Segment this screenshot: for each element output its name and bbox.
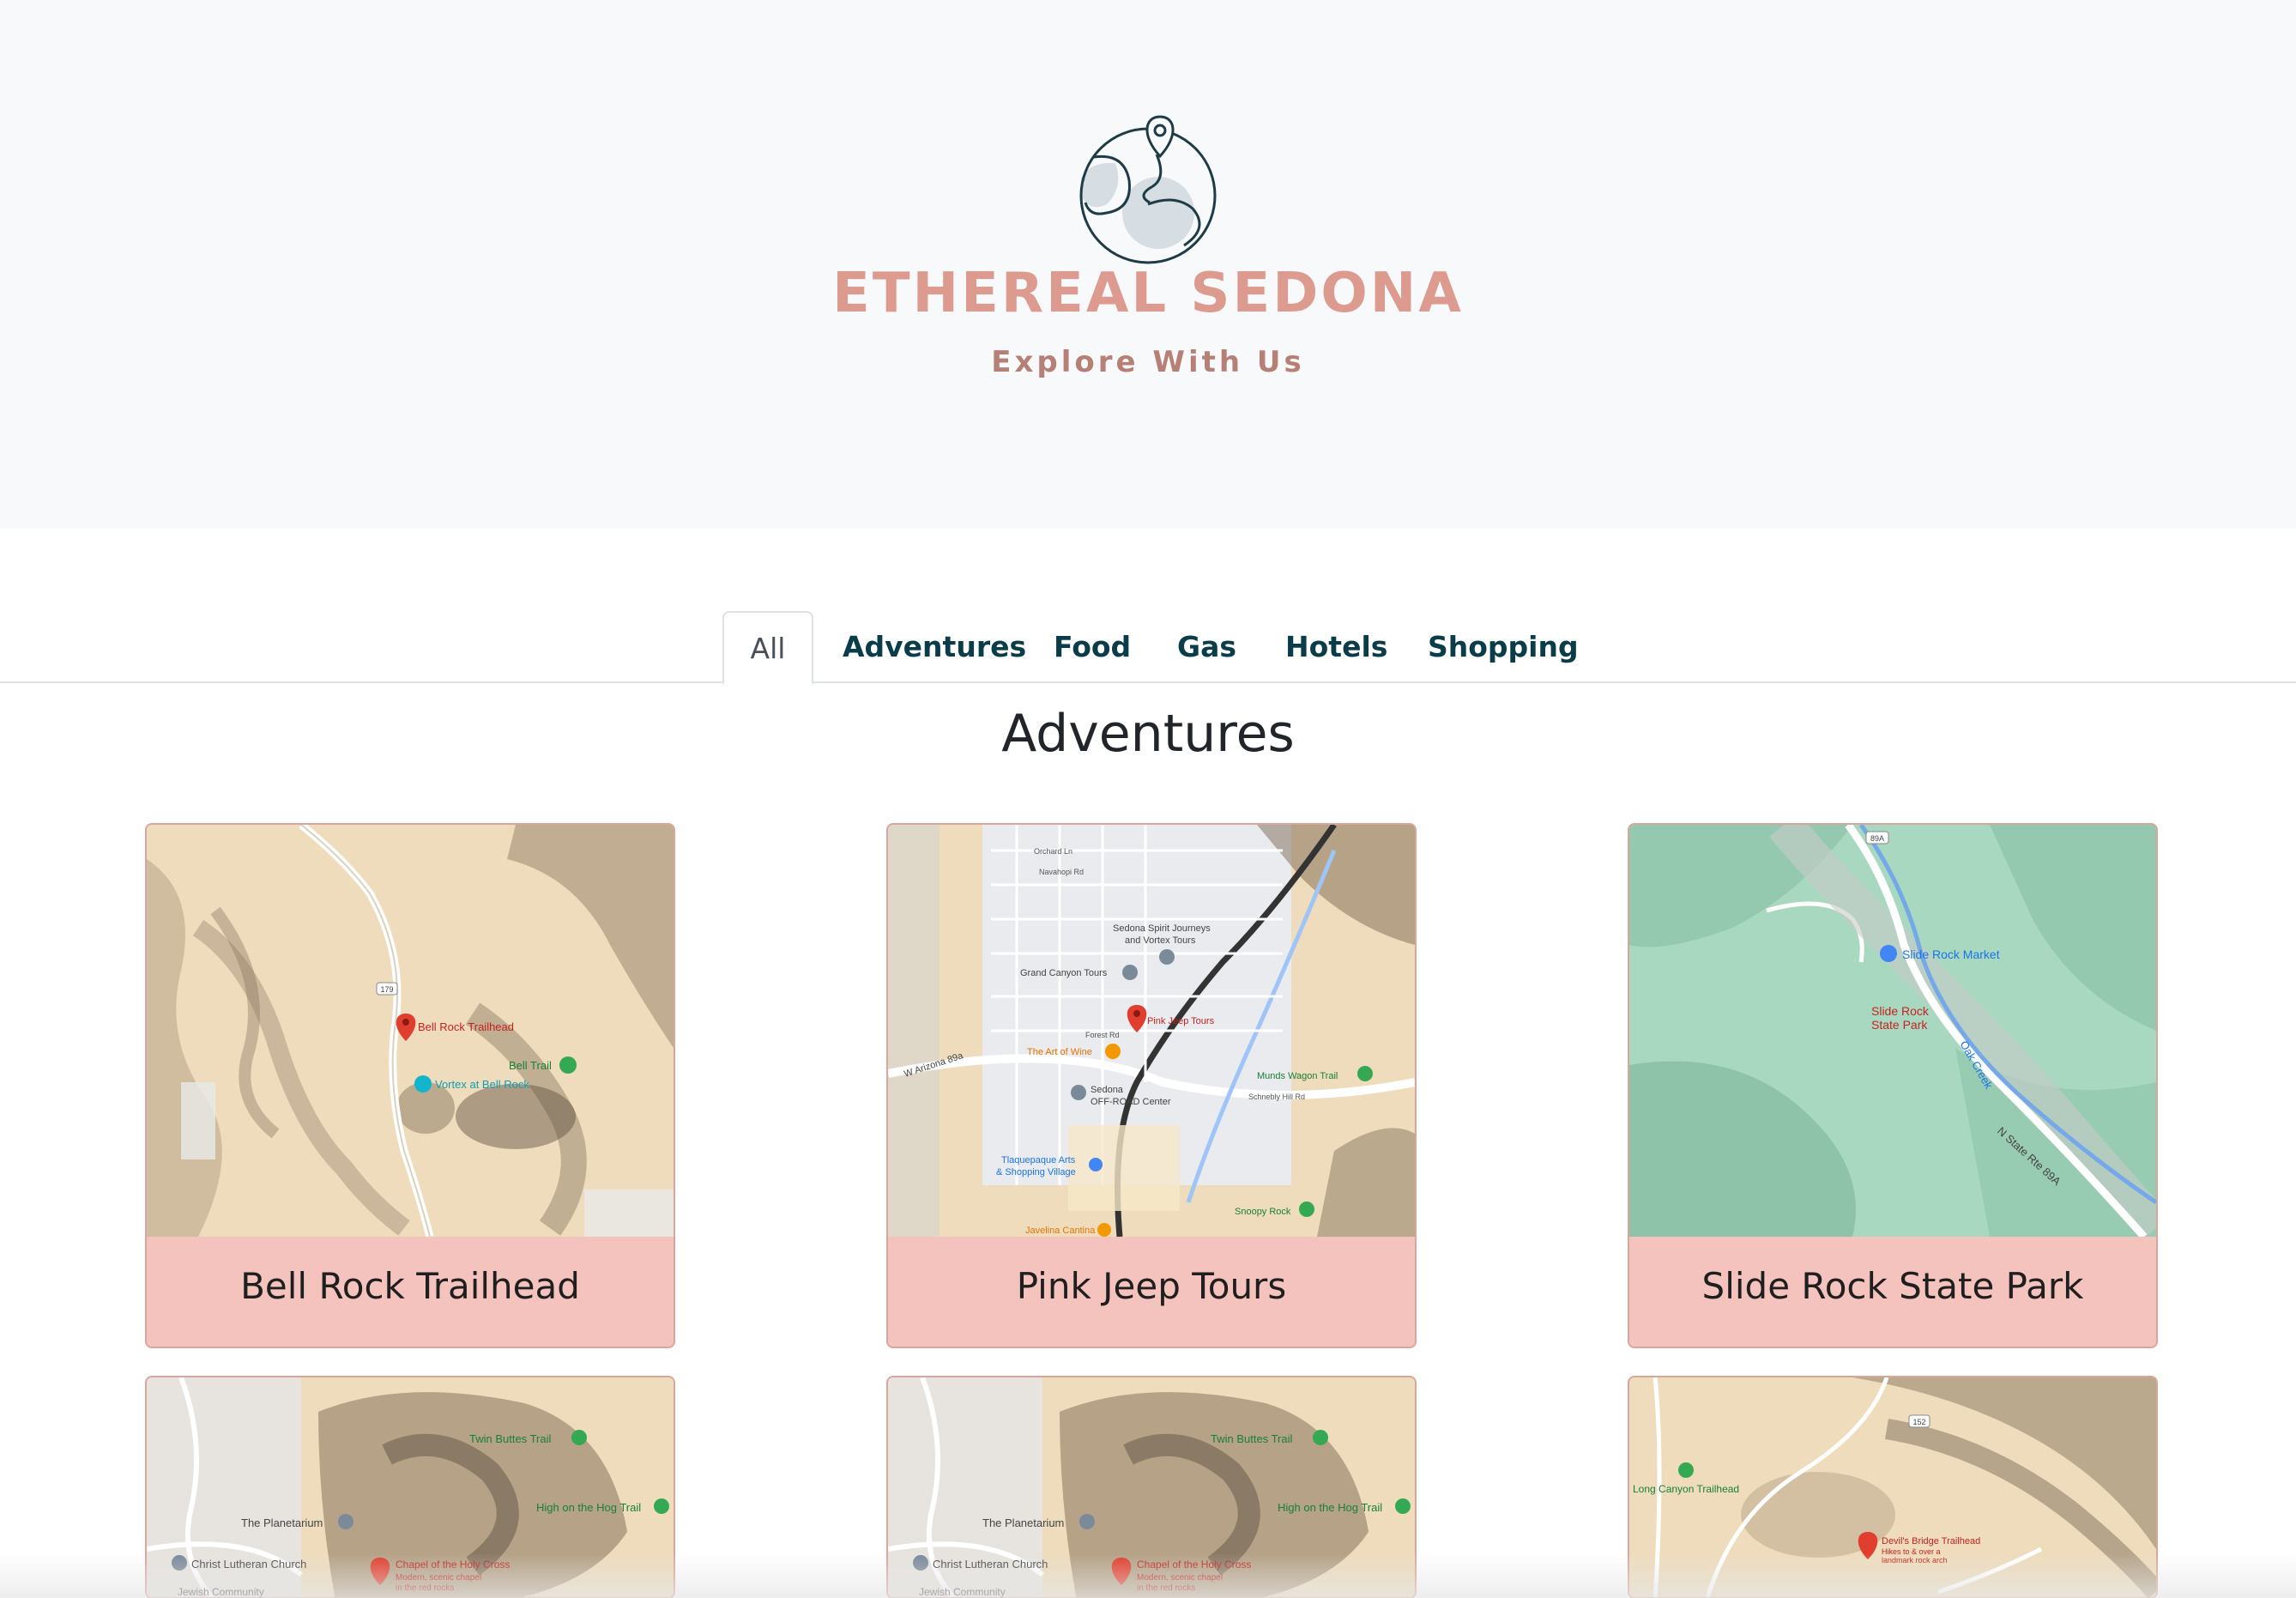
map-label: Twin Buttes Trail: [1211, 1432, 1292, 1445]
tab-food[interactable]: Food: [1054, 611, 1131, 683]
card-slide-rock[interactable]: Slide Rock Market Slide Rock State Park …: [1628, 823, 2158, 1348]
hero-header: ETHEREAL SEDONA Explore With Us: [0, 0, 2296, 529]
map-label: Tlaquepaque Arts: [1001, 1155, 1076, 1165]
map-label: Orchard Ln: [1034, 847, 1072, 856]
tab-shopping[interactable]: Shopping: [1428, 611, 1579, 683]
section-title: Adventures: [1001, 704, 1295, 764]
globe-pin-icon: [1079, 115, 1217, 264]
map-label: Sedona: [1091, 1085, 1124, 1095]
map-label: Snoopy Rock: [1235, 1207, 1291, 1217]
map-label: Jewish Community: [919, 1586, 1006, 1598]
map-label: Slide Rock: [1871, 1004, 1930, 1018]
tab-hotels[interactable]: Hotels: [1285, 611, 1387, 683]
brand-title: ETHEREAL SEDONA: [832, 262, 1464, 325]
map-label: Bell Trail: [509, 1059, 552, 1072]
map-label: in the red rocks: [396, 1583, 454, 1593]
map-label: Vortex at Bell Rock: [435, 1078, 529, 1091]
map-label: Hikes to & over a: [1882, 1547, 1941, 1556]
card-pink-jeep[interactable]: Orchard Ln Navahopi Rd Sedona Spirit Jou…: [886, 823, 1417, 1348]
map-chapel[interactable]: Twin Buttes Trail The Planetarium High o…: [147, 1377, 674, 1598]
map-label: Forest Rd: [1085, 1031, 1120, 1039]
map-label: 152: [1912, 1418, 1925, 1426]
map-label: Christ Lutheran Church: [191, 1558, 306, 1571]
map-label: 89A: [1870, 834, 1884, 843]
map-label: State Park: [1871, 1018, 1928, 1032]
tab-adventures[interactable]: Adventures: [843, 611, 1026, 683]
map-label: Grand Canyon Tours: [1020, 968, 1108, 978]
card-bell-rock[interactable]: 179 Bell Rock Trailhead Bell Trail Vorte…: [145, 823, 675, 1348]
map-label: The Art of Wine: [1027, 1047, 1092, 1057]
card-title[interactable]: Bell Rock Trailhead: [147, 1237, 674, 1347]
card-devils-bridge[interactable]: Long Canyon Trailhead Devil's Bridge Tra…: [1628, 1376, 2158, 1598]
map-label: The Planetarium: [982, 1516, 1064, 1529]
map-label: The Planetarium: [241, 1516, 323, 1529]
map-label: Chapel of the Holy Cross: [1137, 1559, 1251, 1571]
map-label: Devil's Bridge Trailhead: [1882, 1536, 1980, 1547]
brand-subtitle: Explore With Us: [991, 345, 1305, 379]
map-label: Chapel of the Holy Cross: [396, 1559, 510, 1571]
card-chapel-2[interactable]: Twin Buttes Trail The Planetarium High o…: [886, 1376, 1417, 1598]
map-label: Modern, scenic chapel: [396, 1573, 481, 1583]
map-label: Slide Rock Market: [1902, 947, 2000, 961]
map-label: Sedona Spirit Journeys: [1113, 923, 1211, 934]
tab-gas[interactable]: Gas: [1177, 611, 1236, 683]
map-label: 179: [380, 985, 393, 994]
map-label: Javelina Cantina: [1025, 1226, 1096, 1236]
card-chapel-1[interactable]: Twin Buttes Trail The Planetarium High o…: [145, 1376, 675, 1598]
map-label: Munds Wagon Trail: [1257, 1071, 1338, 1081]
map-label: Bell Rock Trailhead: [418, 1020, 514, 1033]
map-chapel[interactable]: Twin Buttes Trail The Planetarium High o…: [888, 1377, 1415, 1598]
map-label: Long Canyon Trailhead: [1633, 1483, 1739, 1495]
map-label: High on the Hog Trail: [1278, 1501, 1382, 1514]
map-label: Twin Buttes Trail: [469, 1432, 551, 1445]
map-label: Jewish Community: [178, 1586, 264, 1598]
card-title[interactable]: Slide Rock State Park: [1629, 1237, 2156, 1347]
tab-all[interactable]: All: [722, 611, 813, 685]
map-slide-rock[interactable]: Slide Rock Market Slide Rock State Park …: [1629, 825, 2156, 1237]
map-label: OFF-ROAD Center: [1091, 1097, 1171, 1107]
map-label: Pink Jeep Tours: [1147, 1016, 1215, 1026]
map-label: Modern, scenic chapel: [1137, 1573, 1223, 1583]
map-label: & Shopping Village: [996, 1167, 1076, 1177]
card-title[interactable]: Pink Jeep Tours: [888, 1237, 1415, 1347]
map-bell-rock[interactable]: 179 Bell Rock Trailhead Bell Trail Vorte…: [147, 825, 674, 1237]
map-label: Schnebly Hill Rd: [1248, 1093, 1305, 1101]
map-label: Navahopi Rd: [1039, 868, 1084, 876]
map-devils-bridge[interactable]: Long Canyon Trailhead Devil's Bridge Tra…: [1629, 1377, 2156, 1598]
map-label: and Vortex Tours: [1125, 935, 1196, 946]
map-pink-jeep[interactable]: Orchard Ln Navahopi Rd Sedona Spirit Jou…: [888, 825, 1415, 1237]
map-label: landmark rock arch: [1882, 1556, 1948, 1565]
map-label: Christ Lutheran Church: [933, 1558, 1048, 1571]
map-label: in the red rocks: [1137, 1583, 1195, 1593]
category-tabs: All Adventures Food Gas Hotels Shopping: [0, 611, 2296, 685]
map-label: High on the Hog Trail: [536, 1501, 641, 1514]
brand-logo: [1055, 101, 1241, 268]
